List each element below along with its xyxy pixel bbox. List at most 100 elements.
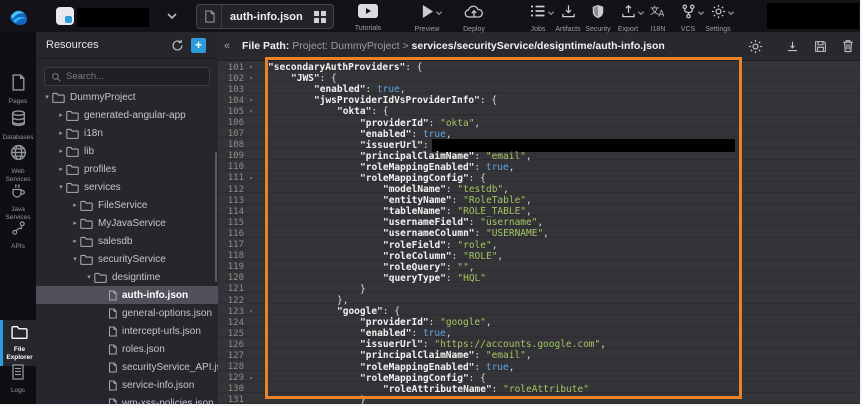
rail-item-java-services[interactable]: Java Services — [0, 182, 36, 221]
open-file-tab[interactable]: auth-info.json — [196, 4, 334, 29]
rail-item-databases[interactable]: Databases — [0, 110, 36, 142]
security-button[interactable]: Security — [583, 4, 613, 33]
tree-item-securityservice-api-json[interactable]: securityService_API.json — [36, 358, 218, 376]
export-label: Export — [613, 26, 643, 33]
tree-item-label: auth-info.json — [122, 290, 188, 301]
fold-arrow-icon[interactable]: ▾ — [244, 75, 258, 82]
security-label: Security — [583, 26, 613, 33]
code-token: : — [423, 339, 434, 350]
wavemaker-logo-icon[interactable] — [7, 4, 31, 28]
rail-item-web-services[interactable]: Web Services — [0, 144, 36, 183]
deploy-button[interactable]: Deploy — [459, 4, 489, 33]
tree-item-service-info-json[interactable]: service-info.json — [36, 376, 218, 394]
tree-item-myjavaservice[interactable]: ▸MyJavaService — [36, 214, 218, 232]
code-token: : — [474, 350, 485, 361]
tree-item-salesdb[interactable]: ▸salesdb — [36, 232, 218, 250]
collapse-arrow-icon[interactable]: ▾ — [42, 93, 52, 101]
toolbar-actions: Preview Deploy JobsArtifactsSecurityExport… — [412, 4, 733, 33]
resources-scrollbar[interactable] — [215, 152, 217, 282]
code-token: "enabled" — [314, 84, 365, 95]
tutorials-button[interactable]: Tutorials — [346, 4, 390, 32]
tree-item-i18n[interactable]: ▸i18n — [36, 124, 218, 142]
tree-item-securityservice[interactable]: ▾securityService — [36, 250, 218, 268]
folder-icon — [66, 182, 79, 193]
rail-item-label: Java Services — [0, 206, 36, 221]
code-token: "okta" — [337, 106, 371, 117]
rail-item-file-explorer[interactable]: File Explorer — [0, 320, 36, 366]
search-icon — [51, 72, 61, 82]
code-line: 114"tableName": "ROLE_TABLE", — [218, 206, 860, 217]
code-token: "roleMappingConfig" — [360, 173, 469, 184]
add-resource-button[interactable]: + — [191, 38, 206, 53]
expand-arrow-icon[interactable]: ▸ — [56, 165, 66, 173]
settings-gear-icon[interactable] — [748, 39, 763, 54]
fold-arrow-icon[interactable]: ▾ — [244, 64, 258, 71]
fold-arrow-icon[interactable]: ▾ — [244, 175, 258, 182]
fold-arrow-icon[interactable]: ▾ — [244, 97, 258, 104]
preview-button[interactable]: Preview — [412, 4, 442, 33]
expand-arrow-icon[interactable]: ▸ — [56, 129, 66, 137]
collapse-arrow-icon[interactable]: ▾ — [70, 255, 80, 263]
code-line: 131} — [218, 395, 860, 406]
project-chevron-down-icon[interactable] — [166, 10, 178, 22]
delete-trash-icon[interactable] — [842, 39, 854, 53]
tree-item-generated-angular-app[interactable]: ▸generated-angular-app — [36, 106, 218, 124]
tree-item-roles-json[interactable]: roles.json — [36, 340, 218, 358]
code-token: "roleAttributeName" — [383, 384, 492, 395]
tree-item-designtime[interactable]: ▾designtime — [36, 268, 218, 286]
tree-item-profiles[interactable]: ▸profiles — [36, 160, 218, 178]
code-editor[interactable]: 101▾"secondaryAuthProviders": {102▾"JWS"… — [218, 60, 860, 406]
expand-arrow-icon[interactable]: ▸ — [56, 147, 66, 155]
code-token: true — [423, 328, 446, 339]
code-line: 102▾"JWS": { — [218, 73, 860, 84]
rail-item-logs[interactable]: Logs — [0, 364, 36, 395]
expand-arrow-icon[interactable]: ▸ — [70, 237, 80, 245]
line-number: 129 — [218, 373, 244, 383]
code-line: 129▾"roleMappingConfig": { — [218, 373, 860, 384]
editor-area[interactable]: « File Path: Project: DummyProject > ser… — [218, 32, 860, 404]
code-line: 108"issuerUrl": — [218, 140, 860, 151]
tree-item-general-options-json[interactable]: general-options.json — [36, 304, 218, 322]
refresh-icon[interactable] — [171, 39, 191, 52]
rail-item-apis[interactable]: APIs — [0, 220, 36, 251]
vcs-button[interactable]: VCS — [673, 4, 703, 33]
i18n-button[interactable]: 文AI18N — [643, 4, 673, 33]
collapse-panel-icon[interactable]: « — [220, 40, 234, 52]
tree-item-dummyproject[interactable]: ▾DummyProject — [36, 88, 218, 106]
web-services-globe-icon — [10, 144, 27, 161]
file-icon — [108, 362, 117, 373]
expand-arrow-icon[interactable]: ▸ — [70, 201, 80, 209]
rail-item-pages[interactable]: Pages — [0, 74, 36, 106]
collapse-arrow-icon[interactable]: ▾ — [84, 273, 94, 281]
tree-item-intercept-urls-json[interactable]: intercept-urls.json — [36, 322, 218, 340]
code-token: : — [475, 228, 486, 239]
tree-item-services[interactable]: ▾services — [36, 178, 218, 196]
settings-button[interactable]: Settings — [703, 4, 733, 33]
tree-item-auth-info-json[interactable]: auth-info.json — [36, 286, 218, 304]
save-icon[interactable] — [814, 40, 827, 53]
tree-item-fileservice[interactable]: ▸FileService — [36, 196, 218, 214]
fold-arrow-icon[interactable]: ▾ — [244, 108, 258, 115]
download-icon[interactable] — [786, 40, 799, 53]
rail-item-label: Databases — [0, 134, 36, 142]
code-token: "" — [457, 262, 468, 273]
folder-icon — [66, 164, 79, 175]
expand-arrow-icon[interactable]: ▸ — [70, 219, 80, 227]
collapse-arrow-icon[interactable]: ▾ — [56, 183, 66, 191]
export-button[interactable]: Export — [613, 4, 643, 33]
expand-arrow-icon[interactable]: ▸ — [56, 111, 66, 119]
tree-item-wm-xss-policies-json[interactable]: wm-xss-policies.json — [36, 394, 218, 406]
ide-window: auth-info.json Tutorials Preview Deploy Jo… — [0, 0, 862, 406]
breadcrumb: File Path: Project: DummyProject > servi… — [242, 40, 665, 52]
jobs-button[interactable]: Jobs — [523, 4, 553, 33]
artifacts-button[interactable]: Artifacts — [553, 4, 583, 33]
code-line: 125"enabled": true, — [218, 328, 860, 339]
line-number: 115 — [218, 218, 244, 228]
fold-arrow-icon[interactable]: ▾ — [244, 308, 258, 315]
tree-item-lib[interactable]: ▸lib — [36, 142, 218, 160]
fold-arrow-icon[interactable]: ▾ — [244, 375, 258, 382]
search-input[interactable]: Search... — [44, 67, 210, 86]
code-token: "ROLE_TABLE" — [457, 206, 526, 217]
dashboard-grid-icon[interactable] — [307, 11, 333, 23]
project-avatar[interactable] — [56, 7, 74, 25]
